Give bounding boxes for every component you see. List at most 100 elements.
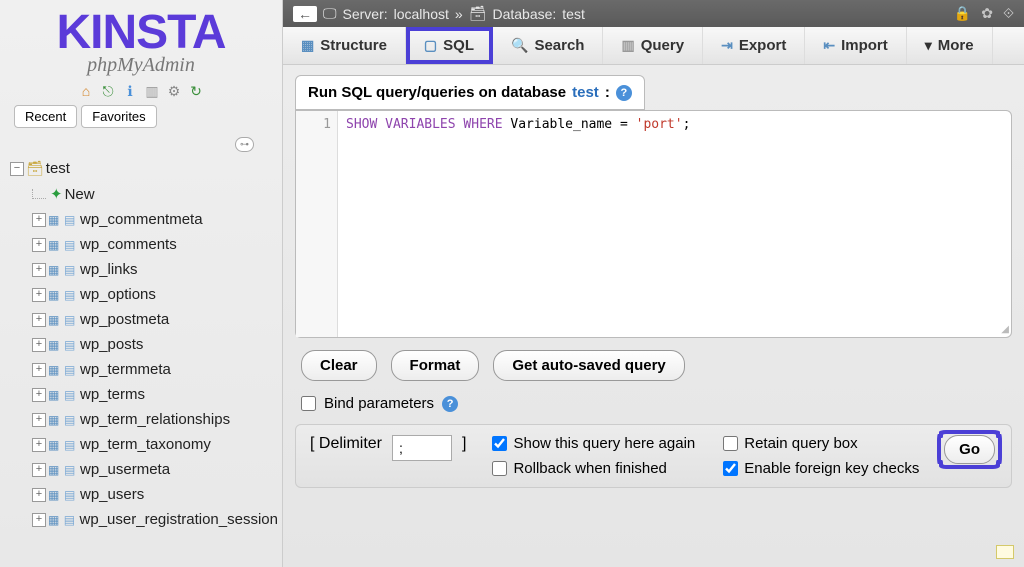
tab-sql[interactable]: ▢SQL — [406, 27, 493, 64]
table-label[interactable]: wp_usermeta — [80, 461, 170, 478]
docs-icon[interactable]: ▥ — [144, 83, 160, 99]
tree-table-node[interactable]: +▦▤wp_postmeta — [4, 307, 278, 332]
tree-line-icon — [32, 189, 46, 199]
tree-table-node[interactable]: +▦▤wp_term_relationships — [4, 407, 278, 432]
reload-icon[interactable]: ↻ — [188, 83, 204, 99]
table-label[interactable]: wp_commentmeta — [80, 211, 203, 228]
fk-checks-checkbox[interactable] — [723, 461, 738, 476]
tree-table-node[interactable]: +▦▤wp_posts — [4, 332, 278, 357]
recent-button[interactable]: Recent — [14, 105, 77, 128]
retain-box-checkbox[interactable] — [723, 436, 738, 451]
table-icon: ▦ — [48, 213, 62, 227]
table-icon: ▦ — [48, 513, 62, 527]
go-button[interactable]: Go — [944, 435, 995, 464]
lock-icon[interactable]: 🔒 — [954, 5, 971, 22]
autosaved-button[interactable]: Get auto-saved query — [493, 350, 684, 381]
tab-more[interactable]: ▾More — [907, 27, 993, 64]
tab-structure[interactable]: ▦Structure — [283, 27, 406, 64]
table-label[interactable]: wp_users — [80, 486, 144, 503]
tree-db-node[interactable]: − 🗃 test — [4, 156, 278, 181]
import-icon: ⇤ — [823, 37, 835, 54]
plus-icon[interactable]: + — [32, 363, 46, 377]
clear-button[interactable]: Clear — [301, 350, 377, 381]
table-label[interactable]: wp_term_taxonomy — [80, 436, 211, 453]
db-label[interactable]: test — [46, 160, 70, 177]
show-again-checkbox[interactable] — [492, 436, 507, 451]
table-icon: ▦ — [48, 388, 62, 402]
plus-icon[interactable]: + — [32, 313, 46, 327]
plus-icon[interactable]: + — [32, 338, 46, 352]
table-label[interactable]: wp_options — [80, 286, 156, 303]
database-icon: 🗃 — [26, 160, 44, 177]
structure-icon: ▦ — [301, 37, 314, 54]
breadcrumb: ← 🖵 Server: localhost » 🗃 Database: test… — [283, 0, 1024, 27]
code-area[interactable]: SHOW VARIABLES WHERE Variable_name = 'po… — [338, 111, 1011, 337]
info-icon[interactable]: ℹ — [122, 83, 138, 99]
plus-icon[interactable]: + — [32, 238, 46, 252]
tree-table-node[interactable]: +▦▤wp_term_taxonomy — [4, 432, 278, 457]
bind-params-label: Bind parameters — [324, 395, 434, 412]
tree-table-node[interactable]: +▦▤wp_terms — [4, 382, 278, 407]
settings-icon[interactable]: ✿ — [981, 5, 993, 22]
bind-params-checkbox[interactable] — [301, 396, 316, 411]
table-label[interactable]: wp_postmeta — [80, 311, 169, 328]
table-icon: ▤ — [64, 288, 78, 302]
query-footer: [ Delimiter ] Show this query here again… — [295, 424, 1012, 488]
tree-table-node[interactable]: +▦▤wp_users — [4, 482, 278, 507]
tree-table-node[interactable]: +▦▤wp_user_registration_session — [4, 507, 278, 532]
sql-editor[interactable]: 1 SHOW VARIABLES WHERE Variable_name = '… — [295, 110, 1012, 338]
exit-icon[interactable]: ⎋ — [100, 83, 116, 99]
overview-icon[interactable]: ⟐ — [1003, 5, 1014, 22]
back-button[interactable]: ← — [293, 6, 317, 22]
server-link[interactable]: localhost — [394, 6, 449, 22]
tree-table-node[interactable]: +▦▤wp_options — [4, 282, 278, 307]
rollback-checkbox[interactable] — [492, 461, 507, 476]
favorites-button[interactable]: Favorites — [81, 105, 156, 128]
plus-icon[interactable]: + — [32, 488, 46, 502]
home-icon[interactable]: ⌂ — [78, 83, 94, 99]
table-label[interactable]: wp_term_relationships — [80, 411, 230, 428]
tree-table-node[interactable]: +▦▤wp_links — [4, 257, 278, 282]
chevron-down-icon: ▾ — [925, 37, 932, 54]
table-label[interactable]: wp_user_registration_session — [80, 511, 278, 528]
collapse-icon[interactable]: ⊶ — [235, 137, 254, 152]
help-icon[interactable]: ? — [442, 396, 458, 412]
tab-import[interactable]: ⇤Import — [805, 27, 906, 64]
tab-export[interactable]: ⇥Export — [703, 27, 805, 64]
tab-search[interactable]: 🔍Search — [493, 27, 603, 64]
tree-table-node[interactable]: +▦▤wp_termmeta — [4, 357, 278, 382]
table-icon: ▤ — [64, 513, 78, 527]
minus-icon[interactable]: − — [10, 162, 24, 176]
tree-table-node[interactable]: +▦▤wp_comments — [4, 232, 278, 257]
plus-icon[interactable]: + — [32, 438, 46, 452]
plus-icon[interactable]: + — [32, 288, 46, 302]
plus-icon[interactable]: + — [32, 463, 46, 477]
table-label[interactable]: wp_posts — [80, 336, 143, 353]
table-label[interactable]: wp_comments — [80, 236, 177, 253]
help-icon[interactable]: ? — [616, 85, 632, 101]
table-label[interactable]: wp_links — [80, 261, 138, 278]
panel-title: Run SQL query/queries on database test: … — [295, 75, 645, 110]
table-label[interactable]: wp_terms — [80, 386, 145, 403]
table-label[interactable]: wp_termmeta — [80, 361, 171, 378]
console-toggle[interactable] — [996, 545, 1014, 559]
panel-db-link[interactable]: test — [572, 84, 599, 101]
format-button[interactable]: Format — [391, 350, 480, 381]
plus-icon[interactable]: + — [32, 513, 46, 527]
plus-icon[interactable]: + — [32, 213, 46, 227]
logo-area: KINSTA phpMyAdmin — [0, 0, 282, 77]
plus-icon[interactable]: + — [32, 388, 46, 402]
table-icon: ▦ — [48, 463, 62, 477]
plus-icon[interactable]: + — [32, 263, 46, 277]
plus-icon[interactable]: + — [32, 413, 46, 427]
tree-new-node[interactable]: ✦ New — [4, 181, 278, 207]
tree-table-node[interactable]: +▦▤wp_commentmeta — [4, 207, 278, 232]
new-label[interactable]: New — [65, 186, 95, 203]
tab-query[interactable]: ▥Query — [603, 27, 703, 64]
delimiter-input[interactable] — [392, 435, 452, 461]
resize-handle[interactable]: ◢ — [1001, 324, 1009, 335]
db-link[interactable]: test — [562, 6, 585, 22]
tree-table-node[interactable]: +▦▤wp_usermeta — [4, 457, 278, 482]
gear-icon[interactable]: ⚙ — [166, 83, 182, 99]
db-label: Database: — [492, 6, 556, 22]
